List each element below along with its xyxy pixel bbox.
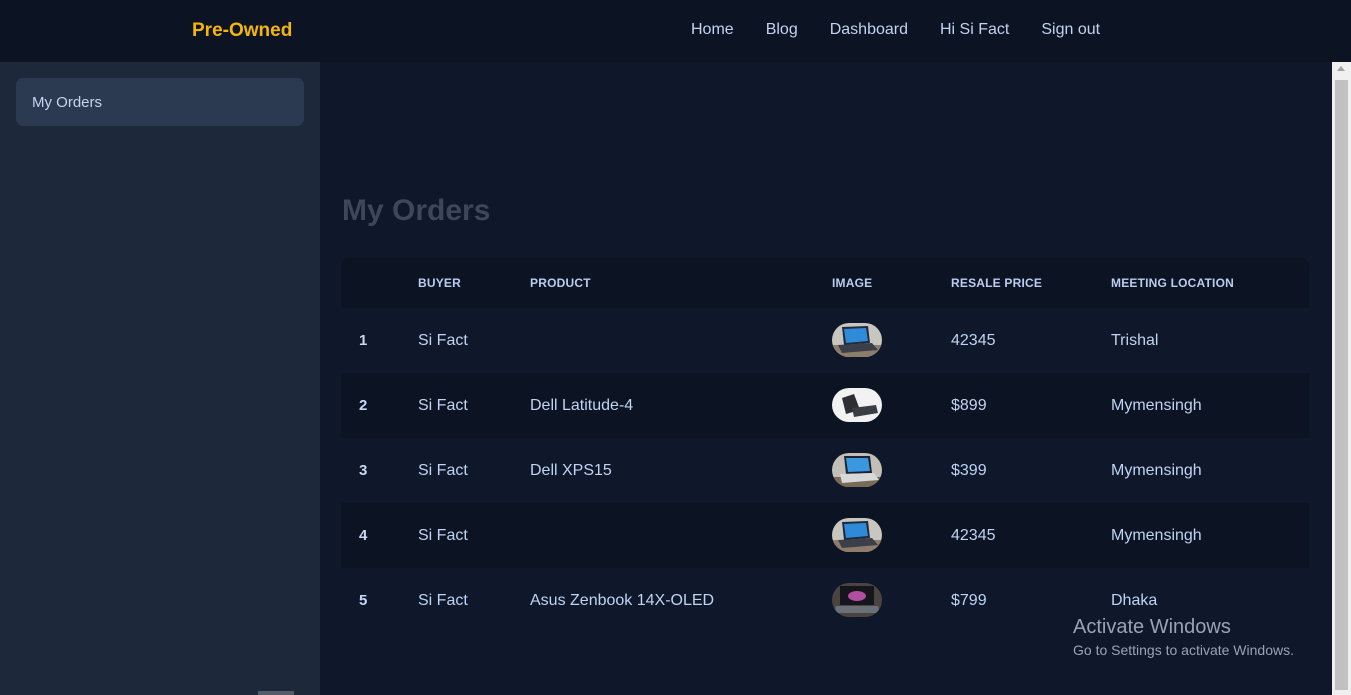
row-price: $899 <box>951 397 987 414</box>
laptop-thumbnail <box>832 323 882 357</box>
row-product: Dell XPS15 <box>530 462 612 479</box>
row-index: 1 <box>359 332 368 349</box>
row-index: 4 <box>359 527 368 544</box>
nav-dashboard-link[interactable]: Dashboard <box>830 21 908 39</box>
windows-activation-watermark: Activate Windows Go to Settings to activ… <box>1073 616 1294 658</box>
table-row: 3 Si Fact Dell XPS15 $399 Mymensingh <box>341 438 1309 503</box>
watermark-subtitle: Go to Settings to activate Windows. <box>1073 642 1294 658</box>
main-content: My Orders BUYER PRODUCT IMAGE RESALE PRI… <box>320 62 1332 695</box>
nav-home-link[interactable]: Home <box>691 21 734 39</box>
row-buyer: Si Fact <box>418 462 468 479</box>
table-row: 1 Si Fact 42345 Trishal <box>341 308 1309 373</box>
row-index: 2 <box>359 397 368 414</box>
table-row: 4 Si Fact 42345 Mymensingh <box>341 503 1309 568</box>
row-buyer: Si Fact <box>418 397 468 414</box>
header-resale-price: RESALE PRICE <box>951 276 1043 290</box>
brand-logo[interactable]: Pre-Owned <box>192 20 292 42</box>
row-price: 42345 <box>951 527 996 544</box>
page-title: My Orders <box>342 194 491 227</box>
row-index: 5 <box>359 592 368 609</box>
row-location: Mymensingh <box>1111 397 1202 414</box>
horizontal-scroll-indicator[interactable] <box>258 691 294 695</box>
header-image: IMAGE <box>832 276 873 290</box>
row-location: Dhaka <box>1111 592 1158 609</box>
table-row: 2 Si Fact Dell Latitude-4 $899 Mymensing… <box>341 373 1309 438</box>
row-location: Mymensingh <box>1111 462 1202 479</box>
row-price: $799 <box>951 592 987 609</box>
table-header: BUYER PRODUCT IMAGE RESALE PRICE MEETING… <box>341 258 1309 308</box>
sidebar-item-label: My Orders <box>32 94 103 111</box>
header-buyer: BUYER <box>418 276 462 290</box>
row-product: Asus Zenbook 14X-OLED <box>530 592 715 609</box>
row-location: Trishal <box>1111 332 1159 349</box>
row-location: Mymensingh <box>1111 527 1202 544</box>
sidebar-item-my-orders[interactable]: My Orders <box>16 78 304 126</box>
watermark-title: Activate Windows <box>1073 616 1231 638</box>
row-index: 3 <box>359 462 368 479</box>
nav-user-greeting[interactable]: Hi Si Fact <box>940 21 1009 39</box>
laptop-thumbnail <box>832 388 882 422</box>
scroll-up-arrow-icon[interactable] <box>1337 66 1345 71</box>
row-price: 42345 <box>951 332 996 349</box>
sidebar: My Orders <box>0 62 320 695</box>
laptop-thumbnail <box>832 453 882 487</box>
row-buyer: Si Fact <box>418 592 468 609</box>
top-navbar: Pre-Owned Home Blog Dashboard Hi Si Fact… <box>0 0 1351 62</box>
laptop-thumbnail <box>832 583 882 617</box>
row-price: $399 <box>951 462 987 479</box>
laptop-thumbnail <box>832 518 882 552</box>
scrollbar-thumb[interactable] <box>1335 80 1348 690</box>
vertical-scrollbar[interactable] <box>1332 62 1351 695</box>
nav-blog-link[interactable]: Blog <box>766 21 798 39</box>
header-product: PRODUCT <box>530 276 591 290</box>
row-buyer: Si Fact <box>418 332 468 349</box>
orders-table: BUYER PRODUCT IMAGE RESALE PRICE MEETING… <box>341 258 1309 633</box>
row-buyer: Si Fact <box>418 527 468 544</box>
nav-signout-link[interactable]: Sign out <box>1041 21 1100 39</box>
header-meeting-location: MEETING LOCATION <box>1111 276 1234 290</box>
main-nav: Home Blog Dashboard Hi Si Fact Sign out <box>691 21 1132 39</box>
row-product: Dell Latitude-4 <box>530 397 634 414</box>
